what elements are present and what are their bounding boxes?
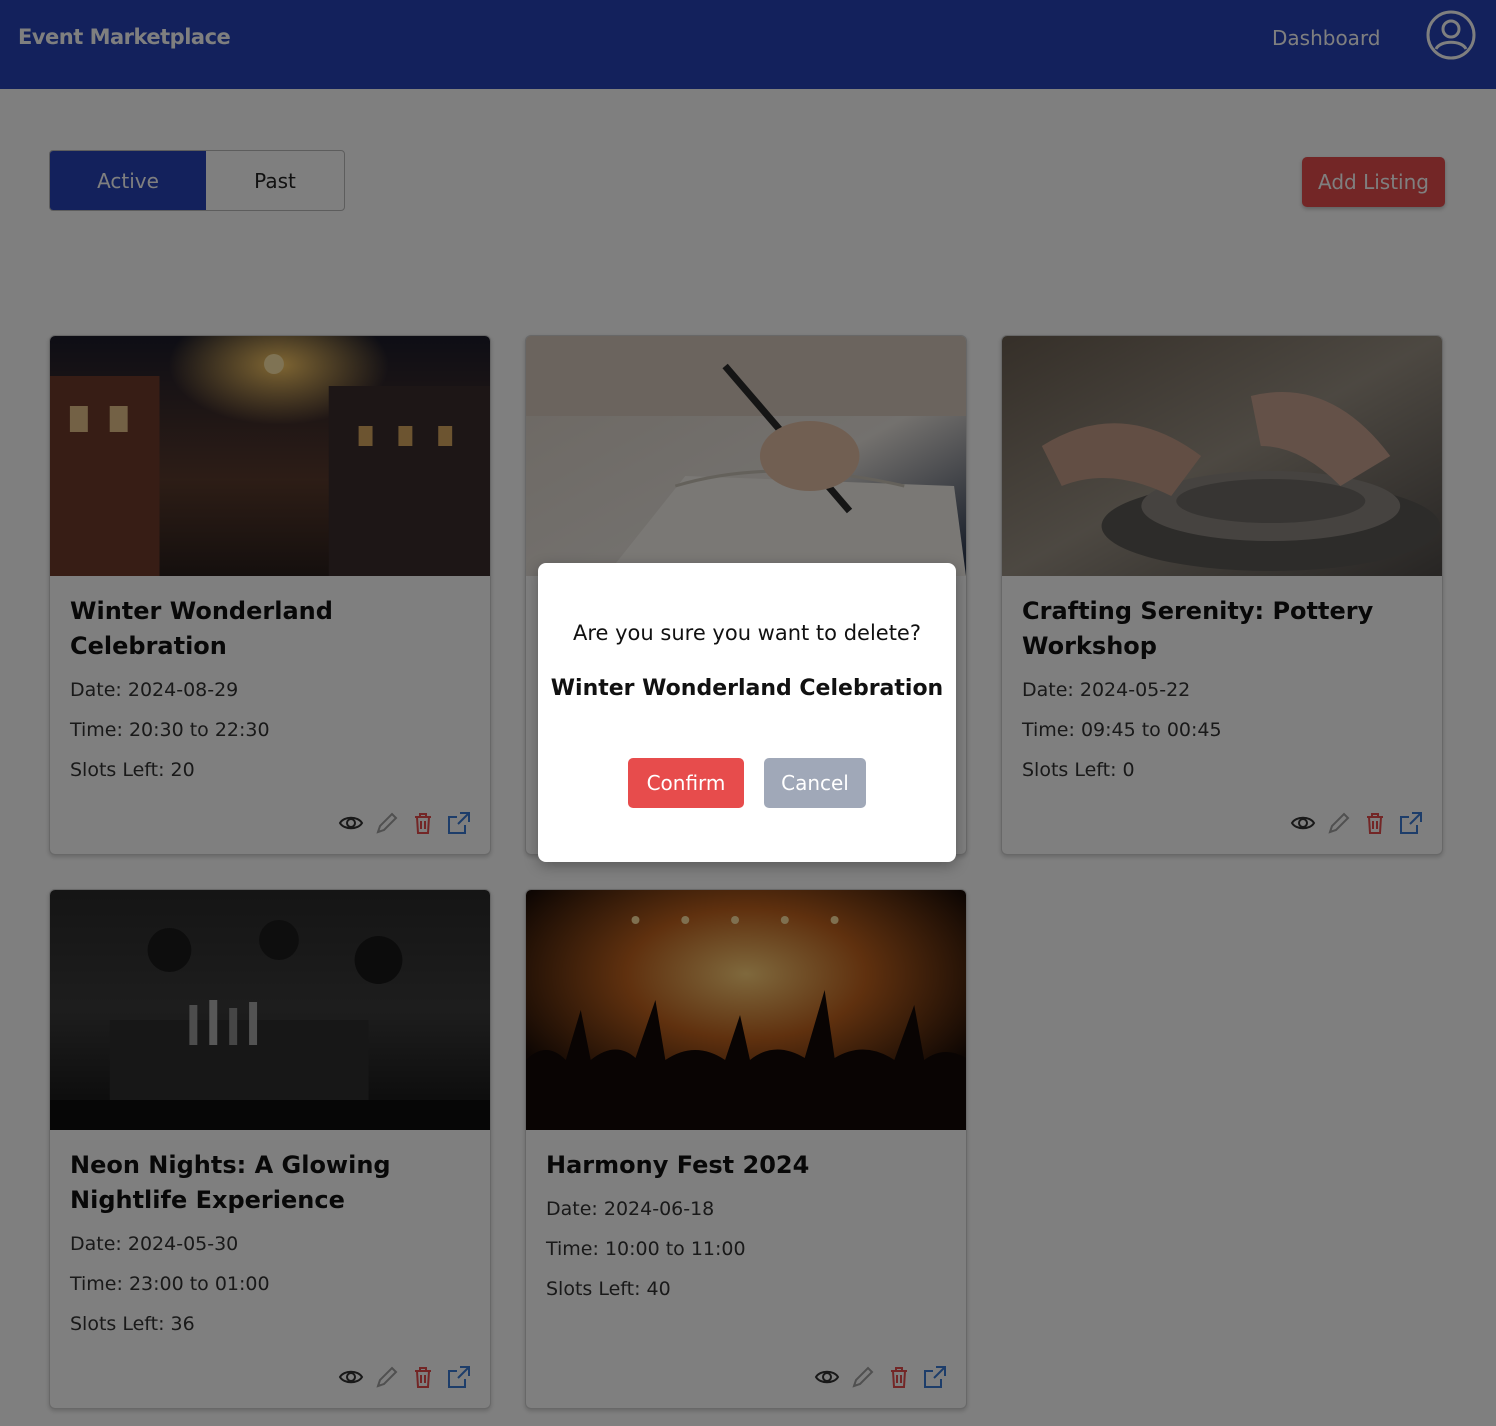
delete-confirm-dialog: Are you sure you want to delete? Winter … <box>538 563 956 862</box>
dialog-question: Are you sure you want to delete? <box>573 621 921 645</box>
dialog-item-name: Winter Wonderland Celebration <box>550 676 944 701</box>
cancel-button[interactable]: Cancel <box>764 758 866 808</box>
confirm-button[interactable]: Confirm <box>628 758 744 808</box>
